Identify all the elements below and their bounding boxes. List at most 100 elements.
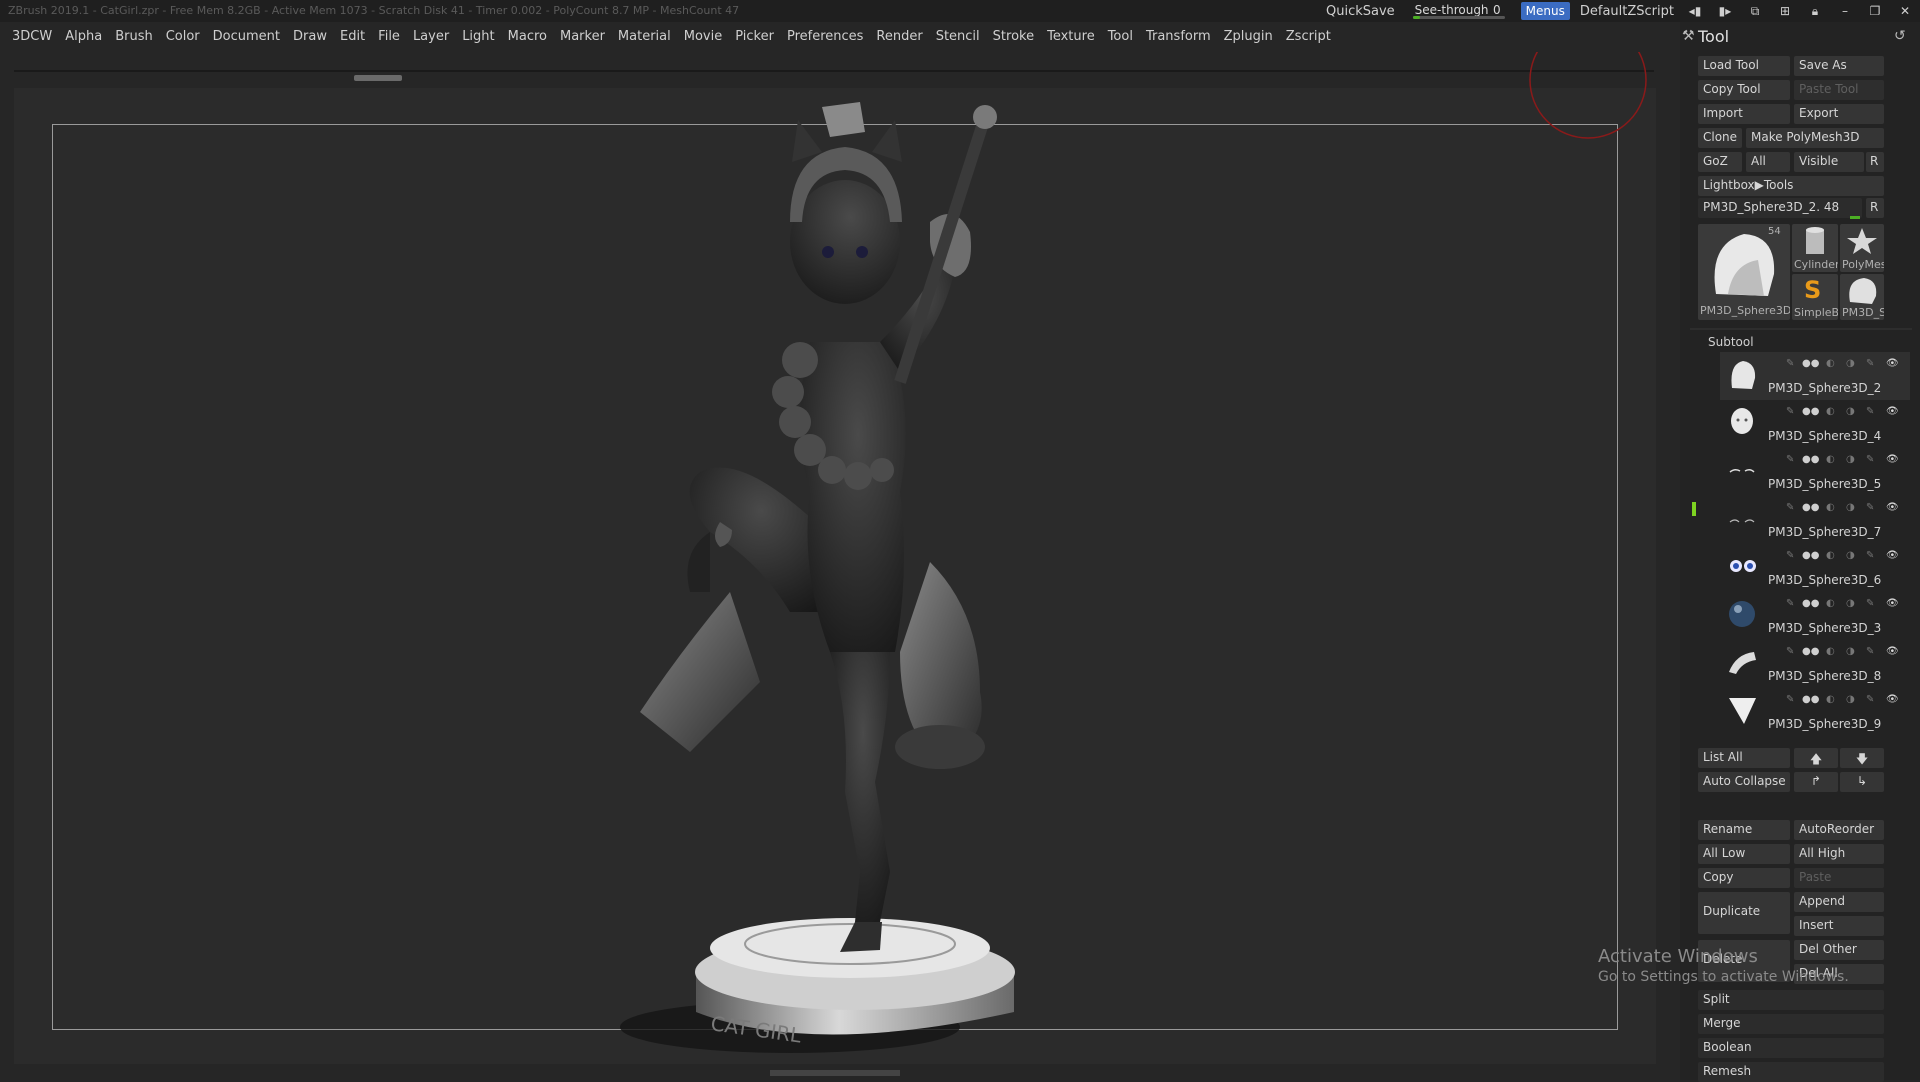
brush-toggle-icon[interactable]: ✎	[1786, 550, 1794, 561]
menu-document[interactable]: Document	[213, 29, 280, 44]
menu-color[interactable]: Color	[166, 29, 200, 44]
goz-all-button[interactable]: All	[1746, 152, 1790, 172]
copy-button[interactable]: Copy	[1698, 868, 1790, 888]
load-tool-button[interactable]: Load Tool	[1698, 56, 1790, 76]
remesh-section[interactable]: Remesh	[1698, 1062, 1884, 1082]
all-low-button[interactable]: All Low	[1698, 844, 1790, 864]
current-tool-r-button[interactable]: R	[1866, 198, 1884, 218]
left-tray-handle[interactable]	[4, 490, 10, 610]
polygroup-toggle-icon[interactable]: ●●	[1802, 694, 1819, 705]
shelf-scroll-thumb[interactable]	[354, 75, 402, 81]
menu-draw[interactable]: Draw	[293, 29, 327, 44]
menu-brush[interactable]: Brush	[115, 29, 153, 44]
autoreorder-button[interactable]: AutoReorder	[1794, 820, 1884, 840]
eye-icon[interactable]: 👁︎	[1886, 406, 1899, 417]
eye-icon[interactable]: 👁︎	[1886, 358, 1899, 369]
subtool-row[interactable]: ✎ ●● ◐ ◑ ✎ 👁︎ PM3D_Sphere3D_9	[1720, 688, 1910, 736]
subtool-scroll-indicator[interactable]	[1692, 502, 1696, 516]
brush-toggle-icon[interactable]: ✎	[1786, 646, 1794, 657]
all-high-button[interactable]: All High	[1794, 844, 1884, 864]
boolean-section[interactable]: Boolean	[1698, 1038, 1884, 1058]
navigation-gizmo-icon[interactable]	[1528, 52, 1648, 148]
eye-icon[interactable]: 👁︎	[1886, 502, 1899, 513]
merge-section[interactable]: Merge	[1698, 1014, 1884, 1034]
eye-icon[interactable]: 👁︎	[1886, 550, 1899, 561]
arrow-forward-icon[interactable]: ↱	[1794, 772, 1838, 792]
polygroup-toggle-icon[interactable]: ●●	[1802, 454, 1819, 465]
insert-button[interactable]: Insert	[1794, 916, 1884, 936]
polygroup-toggle-icon[interactable]: ●●	[1802, 550, 1819, 561]
menu-stroke[interactable]: Stroke	[993, 29, 1034, 44]
dynamic-toggle-icon[interactable]: ◐	[1826, 646, 1835, 657]
dynamic-toggle-icon[interactable]: ◐	[1826, 406, 1835, 417]
export-button[interactable]: Export	[1794, 104, 1884, 124]
polygroup-toggle-icon[interactable]: ●●	[1802, 358, 1819, 369]
import-button[interactable]: Import	[1698, 104, 1790, 124]
menu-alpha[interactable]: Alpha	[65, 29, 102, 44]
lightbox-tools-button[interactable]: Lightbox▶Tools	[1698, 176, 1884, 196]
dynamic-toggle-icon[interactable]: ◐	[1826, 502, 1835, 513]
tool-thumb-cylinder[interactable]: Cylinder	[1792, 224, 1838, 272]
save-as-button[interactable]: Save As	[1794, 56, 1884, 76]
move-down-icon[interactable]: 🡇	[1840, 748, 1884, 768]
menu-3dcw[interactable]: 3DCW	[12, 29, 52, 44]
reset-panel-icon[interactable]: ↺	[1894, 28, 1906, 44]
subtool-row[interactable]: ✎ ●● ◐ ◑ ✎ 👁︎ PM3D_Sphere3D_5	[1720, 448, 1910, 496]
right-tray-handle[interactable]	[1660, 490, 1666, 610]
subtool-row[interactable]: ✎ ●● ◐ ◑ ✎ 👁︎ PM3D_Sphere3D_4	[1720, 400, 1910, 448]
menu-preferences[interactable]: Preferences	[787, 29, 863, 44]
menu-zplugin[interactable]: Zplugin	[1224, 29, 1273, 44]
tool-thumb-simplebrush[interactable]: S SimpleB	[1792, 274, 1838, 320]
solo-toggle-icon[interactable]: ◑	[1846, 646, 1855, 657]
pencil-toggle-icon[interactable]: ✎	[1866, 646, 1874, 657]
layout-alt-icon[interactable]: ⊞	[1774, 3, 1796, 19]
clone-button[interactable]: Clone	[1698, 128, 1742, 148]
subtool-row[interactable]: ✎ ●● ◐ ◑ ✎ 👁︎ PM3D_Sphere3D_3	[1720, 592, 1910, 640]
menu-light[interactable]: Light	[462, 29, 494, 44]
menu-file[interactable]: File	[378, 29, 400, 44]
dynamic-toggle-icon[interactable]: ◐	[1826, 454, 1835, 465]
pencil-toggle-icon[interactable]: ✎	[1866, 406, 1874, 417]
tool-thumb-main[interactable]: 54 PM3D_Sphere3D	[1698, 224, 1790, 320]
pencil-toggle-icon[interactable]: ✎	[1866, 550, 1874, 561]
expand-ui-icon[interactable]: ▮▸	[1714, 3, 1736, 19]
polygroup-toggle-icon[interactable]: ●●	[1802, 598, 1819, 609]
viewport-bottom-handle[interactable]	[770, 1070, 900, 1076]
lock-icon[interactable]: 🔒︎	[1804, 3, 1826, 19]
subtool-row[interactable]: ✎ ●● ◐ ◑ ✎ 👁︎ PM3D_Sphere3D_2	[1720, 352, 1910, 400]
brush-toggle-icon[interactable]: ✎	[1786, 406, 1794, 417]
goz-button[interactable]: GoZ	[1698, 152, 1742, 172]
goz-r-button[interactable]: R	[1866, 152, 1884, 172]
move-up-icon[interactable]: 🡅	[1794, 748, 1838, 768]
menu-material[interactable]: Material	[618, 29, 671, 44]
menu-zscript[interactable]: Zscript	[1286, 29, 1331, 44]
pencil-toggle-icon[interactable]: ✎	[1866, 454, 1874, 465]
menu-texture[interactable]: Texture	[1047, 29, 1095, 44]
minimize-icon[interactable]: –	[1834, 3, 1856, 19]
default-zscript-button[interactable]: DefaultZScript	[1580, 4, 1674, 19]
quicksave-button[interactable]: QuickSave	[1326, 4, 1395, 19]
goz-visible-button[interactable]: Visible	[1794, 152, 1864, 172]
solo-toggle-icon[interactable]: ◑	[1846, 454, 1855, 465]
eye-icon[interactable]: 👁︎	[1886, 646, 1899, 657]
shrink-ui-icon[interactable]: ◂▮	[1684, 3, 1706, 19]
menu-transform[interactable]: Transform	[1146, 29, 1211, 44]
eye-icon[interactable]: 👁︎	[1886, 454, 1899, 465]
subtool-row[interactable]: ✎ ●● ◐ ◑ ✎ 👁︎ PM3D_Sphere3D_8	[1720, 640, 1910, 688]
brush-toggle-icon[interactable]: ✎	[1786, 598, 1794, 609]
menu-picker[interactable]: Picker	[735, 29, 774, 44]
menu-tool[interactable]: Tool	[1108, 29, 1133, 44]
subtool-row[interactable]: ✎ ●● ◐ ◑ ✎ 👁︎ PM3D_Sphere3D_7	[1720, 496, 1910, 544]
dynamic-toggle-icon[interactable]: ◐	[1826, 694, 1835, 705]
menu-marker[interactable]: Marker	[560, 29, 605, 44]
list-all-button[interactable]: List All	[1698, 748, 1790, 768]
pencil-toggle-icon[interactable]: ✎	[1866, 598, 1874, 609]
solo-toggle-icon[interactable]: ◑	[1846, 358, 1855, 369]
menu-edit[interactable]: Edit	[340, 29, 365, 44]
rename-button[interactable]: Rename	[1698, 820, 1790, 840]
eye-icon[interactable]: 👁︎	[1886, 598, 1899, 609]
copy-tool-button[interactable]: Copy Tool	[1698, 80, 1790, 100]
polygroup-toggle-icon[interactable]: ●●	[1802, 646, 1819, 657]
subtool-row[interactable]: ✎ ●● ◐ ◑ ✎ 👁︎ PM3D_Sphere3D_6	[1720, 544, 1910, 592]
dynamic-toggle-icon[interactable]: ◐	[1826, 358, 1835, 369]
